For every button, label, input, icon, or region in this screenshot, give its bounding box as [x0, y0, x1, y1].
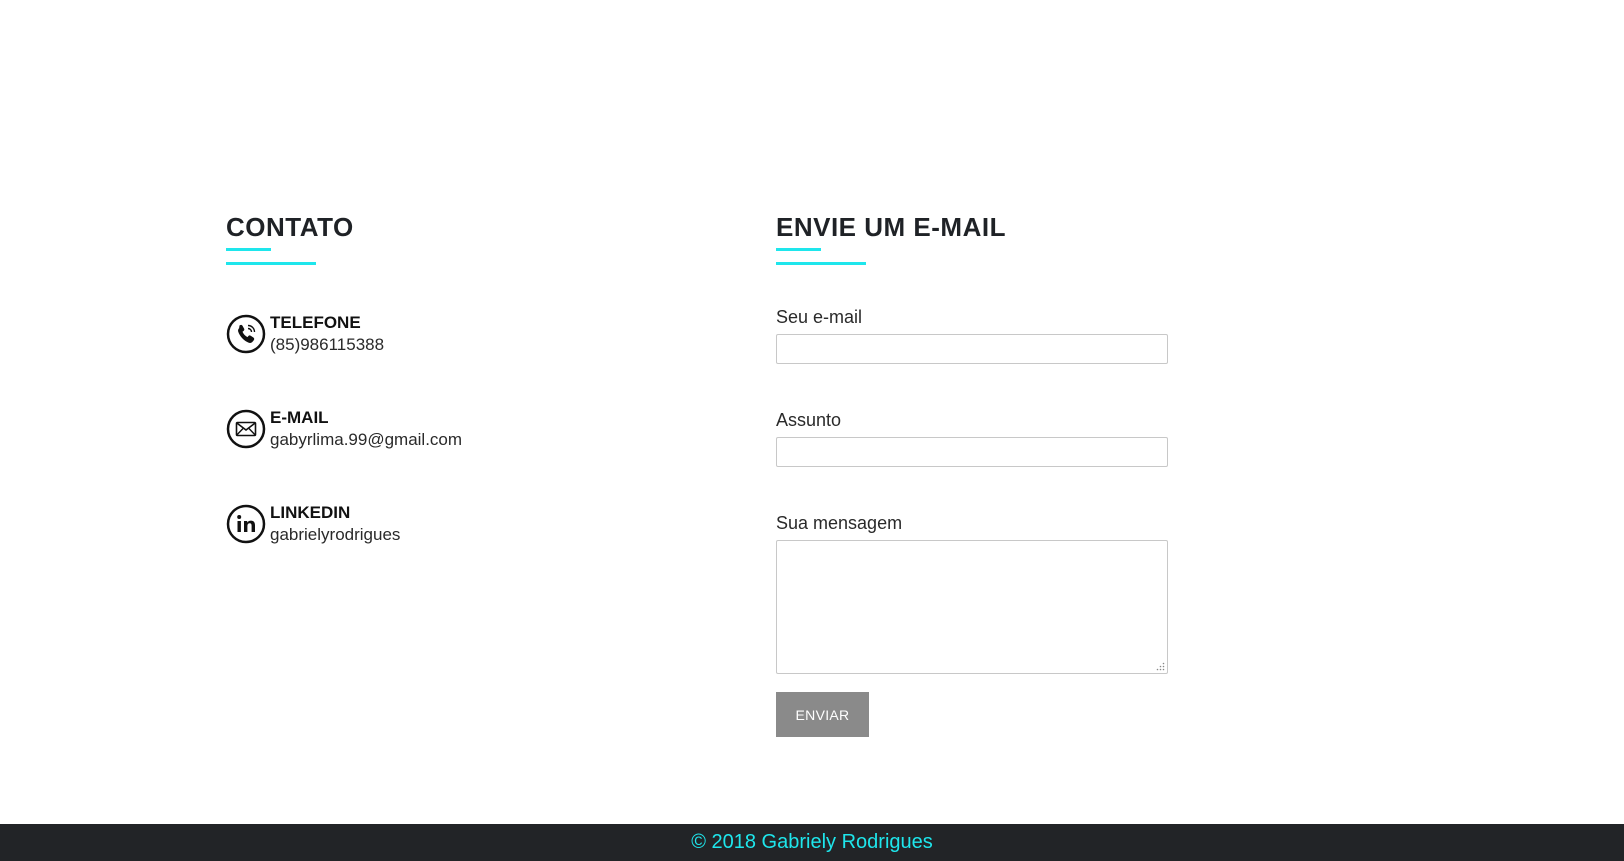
message-field-label: Sua mensagem — [776, 513, 903, 533]
message-field[interactable] — [776, 540, 1168, 674]
contact-label: E-MAIL — [270, 408, 329, 427]
underline-short — [776, 248, 821, 251]
contact-text-phone: TELEFONE (85)986115388 — [270, 312, 384, 356]
subject-field[interactable] — [776, 437, 1168, 467]
contact-text-linkedin: LINKEDIN gabrielyrodrigues — [270, 502, 400, 546]
underline-long — [226, 262, 316, 265]
linkedin-icon — [226, 504, 266, 544]
contact-value: (85)986115388 — [270, 335, 385, 354]
footer: © 2018 Gabriely Rodrigues — [0, 824, 1624, 861]
form-title: ENVIE UM E-MAIL — [776, 212, 1006, 242]
contact-label: LINKEDIN — [270, 503, 351, 522]
email-form: Seu e-mail Assunto Sua mensagem ENVIAR — [776, 306, 1176, 737]
contact-item-linkedin: LINKEDIN gabrielyrodrigues — [226, 502, 706, 546]
contact-title-underline — [226, 248, 706, 265]
contact-item-email: E-MAIL gabyrlima.99@gmail.com — [226, 407, 706, 451]
contact-value: gabrielyrodrigues — [270, 525, 401, 544]
underline-short — [226, 248, 271, 251]
contact-item-phone: TELEFONE (85)986115388 — [226, 312, 706, 356]
footer-copyright: © 2018 Gabriely Rodrigues — [691, 831, 933, 853]
email-form-section: ENVIE UM E-MAIL Seu e-mail Assunto Sua m… — [776, 210, 1176, 737]
phone-icon — [226, 314, 266, 354]
contact-value: gabyrlima.99@gmail.com — [270, 430, 463, 449]
email-field-label: Seu e-mail — [776, 307, 863, 327]
email-field[interactable] — [776, 334, 1168, 364]
contact-list: TELEFONE (85)986115388 E-MAIL gabyrlima.… — [226, 312, 706, 546]
contact-title: CONTATO — [226, 212, 354, 242]
message-field-wrap — [776, 540, 1168, 674]
page: CONTATO TELEFONE (85)986115388 E-MAIL ga… — [0, 0, 1624, 861]
contact-section: CONTATO TELEFONE (85)986115388 E-MAIL ga… — [226, 210, 706, 597]
contact-text-email: E-MAIL gabyrlima.99@gmail.com — [270, 407, 462, 451]
subject-field-label: Assunto — [776, 410, 842, 430]
form-title-underline — [776, 248, 1176, 265]
mail-icon — [226, 409, 266, 449]
contact-label: TELEFONE — [270, 313, 361, 332]
submit-button[interactable]: ENVIAR — [776, 692, 869, 737]
resize-grip-icon[interactable] — [1155, 661, 1165, 671]
underline-long — [776, 262, 866, 265]
